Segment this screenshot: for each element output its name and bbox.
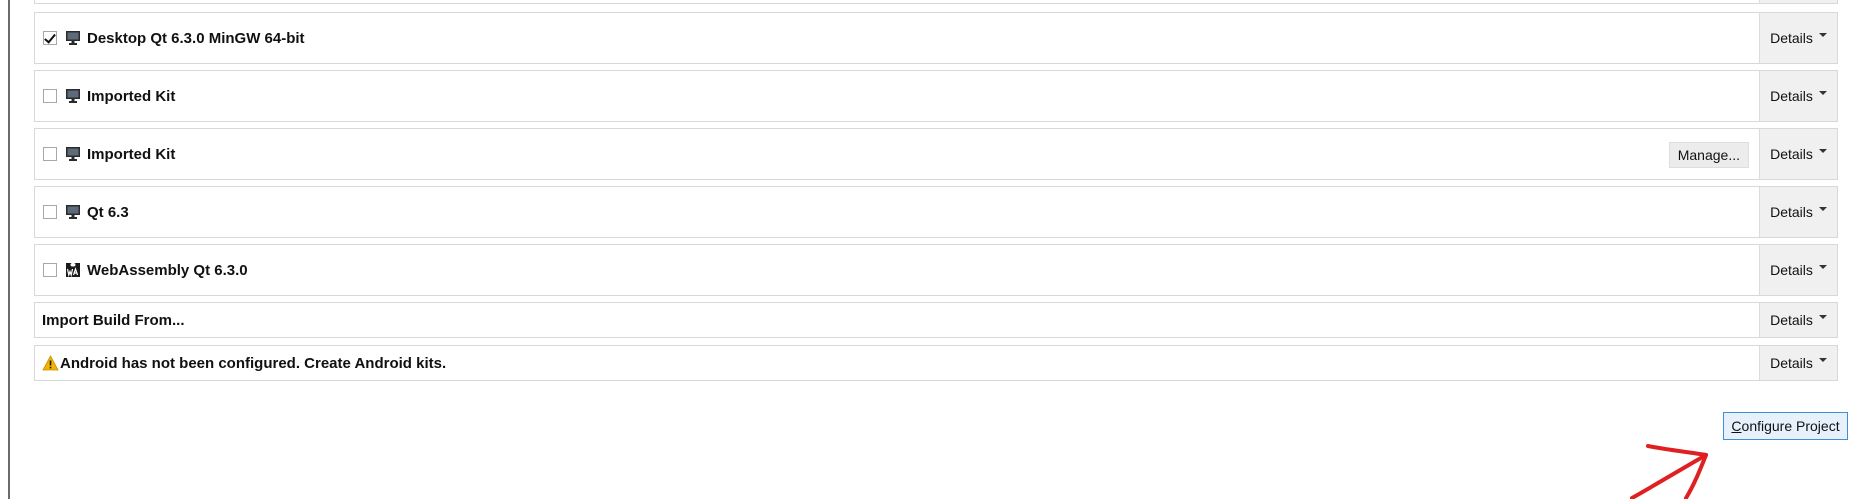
kit-name: Imported Kit bbox=[87, 87, 176, 105]
previous-details-button-edge[interactable] bbox=[1759, 0, 1837, 3]
details-label: Details bbox=[1770, 30, 1813, 46]
kit-name: Desktop Qt 6.3.0 MinGW 64-bit bbox=[87, 29, 305, 47]
dropdown-caret-icon bbox=[1818, 149, 1827, 153]
kit-name: Qt 6.3 bbox=[87, 203, 129, 221]
kit-row-label-area: Qt 6.3 bbox=[35, 187, 1759, 237]
import-build-label: Import Build From... bbox=[42, 311, 185, 329]
red-annotation-arrow-icon bbox=[1630, 444, 1708, 499]
kit-checkbox[interactable] bbox=[43, 89, 57, 103]
details-button[interactable]: Details bbox=[1759, 71, 1837, 121]
dropdown-caret-icon bbox=[1818, 265, 1827, 269]
details-button[interactable]: Details bbox=[1759, 245, 1837, 295]
previous-kit-row-edge bbox=[34, 0, 1838, 4]
details-label: Details bbox=[1770, 88, 1813, 104]
kit-name: WebAssembly Qt 6.3.0 bbox=[87, 261, 248, 279]
configure-project-mnemonic: C bbox=[1731, 418, 1742, 434]
configure-project-button[interactable]: Configure Project bbox=[1723, 412, 1848, 440]
kit-checkbox[interactable] bbox=[43, 263, 57, 277]
kit-name: Imported Kit bbox=[87, 145, 176, 163]
configure-project-label: onfigure Project bbox=[1741, 418, 1840, 434]
kit-row-label-area: Imported Kit bbox=[35, 129, 1759, 179]
kit-row-qt-6-3: Qt 6.3 Details bbox=[34, 186, 1838, 238]
kit-checkbox[interactable] bbox=[43, 147, 57, 161]
kit-row-label-area: Imported Kit bbox=[35, 71, 1759, 121]
details-button[interactable]: Details bbox=[1759, 346, 1837, 380]
details-label: Details bbox=[1770, 262, 1813, 278]
details-label: Details bbox=[1770, 204, 1813, 220]
manage-button[interactable]: Manage... bbox=[1668, 142, 1749, 168]
left-panel-border bbox=[8, 0, 10, 499]
details-button[interactable]: Details bbox=[1759, 129, 1837, 179]
android-warning-label-area: Android has not been configured. Create … bbox=[35, 346, 1759, 380]
android-warning-row: Android has not been configured. Create … bbox=[34, 345, 1838, 381]
dropdown-caret-icon bbox=[1818, 33, 1827, 37]
import-build-label-area: Import Build From... bbox=[35, 303, 1759, 337]
details-button[interactable]: Details bbox=[1759, 187, 1837, 237]
dropdown-caret-icon bbox=[1818, 315, 1827, 319]
desktop-monitor-icon bbox=[66, 205, 80, 219]
details-button[interactable]: Details bbox=[1759, 13, 1837, 63]
kit-row-label-area: WebAssembly Qt 6.3.0 bbox=[35, 245, 1759, 295]
kit-row-desktop-qt-mingw: Desktop Qt 6.3.0 MinGW 64-bit Details bbox=[34, 12, 1838, 64]
details-label: Details bbox=[1770, 355, 1813, 371]
kit-row-webassembly: WebAssembly Qt 6.3.0 Details bbox=[34, 244, 1838, 296]
webassembly-icon bbox=[66, 263, 80, 278]
kit-row-label-area: Desktop Qt 6.3.0 MinGW 64-bit bbox=[35, 13, 1759, 63]
kit-checkbox[interactable] bbox=[43, 205, 57, 219]
import-build-row: Import Build From... Details bbox=[34, 302, 1838, 338]
desktop-monitor-icon bbox=[66, 147, 80, 161]
warning-icon bbox=[42, 355, 59, 371]
details-label: Details bbox=[1770, 146, 1813, 162]
android-warning-label[interactable]: Android has not been configured. Create … bbox=[60, 355, 446, 372]
kit-row-imported-kit-2: Imported Kit Manage... Details bbox=[34, 128, 1838, 180]
kit-selection-page: Desktop Qt 6.3.0 MinGW 64-bit Details Im… bbox=[0, 0, 1872, 499]
dropdown-caret-icon bbox=[1818, 358, 1827, 362]
desktop-monitor-icon bbox=[66, 31, 80, 45]
dropdown-caret-icon bbox=[1818, 91, 1827, 95]
kit-row-imported-kit-1: Imported Kit Details bbox=[34, 70, 1838, 122]
desktop-monitor-icon bbox=[66, 89, 80, 103]
details-button[interactable]: Details bbox=[1759, 303, 1837, 337]
details-label: Details bbox=[1770, 312, 1813, 328]
kit-checkbox[interactable] bbox=[43, 31, 57, 45]
dropdown-caret-icon bbox=[1818, 207, 1827, 211]
